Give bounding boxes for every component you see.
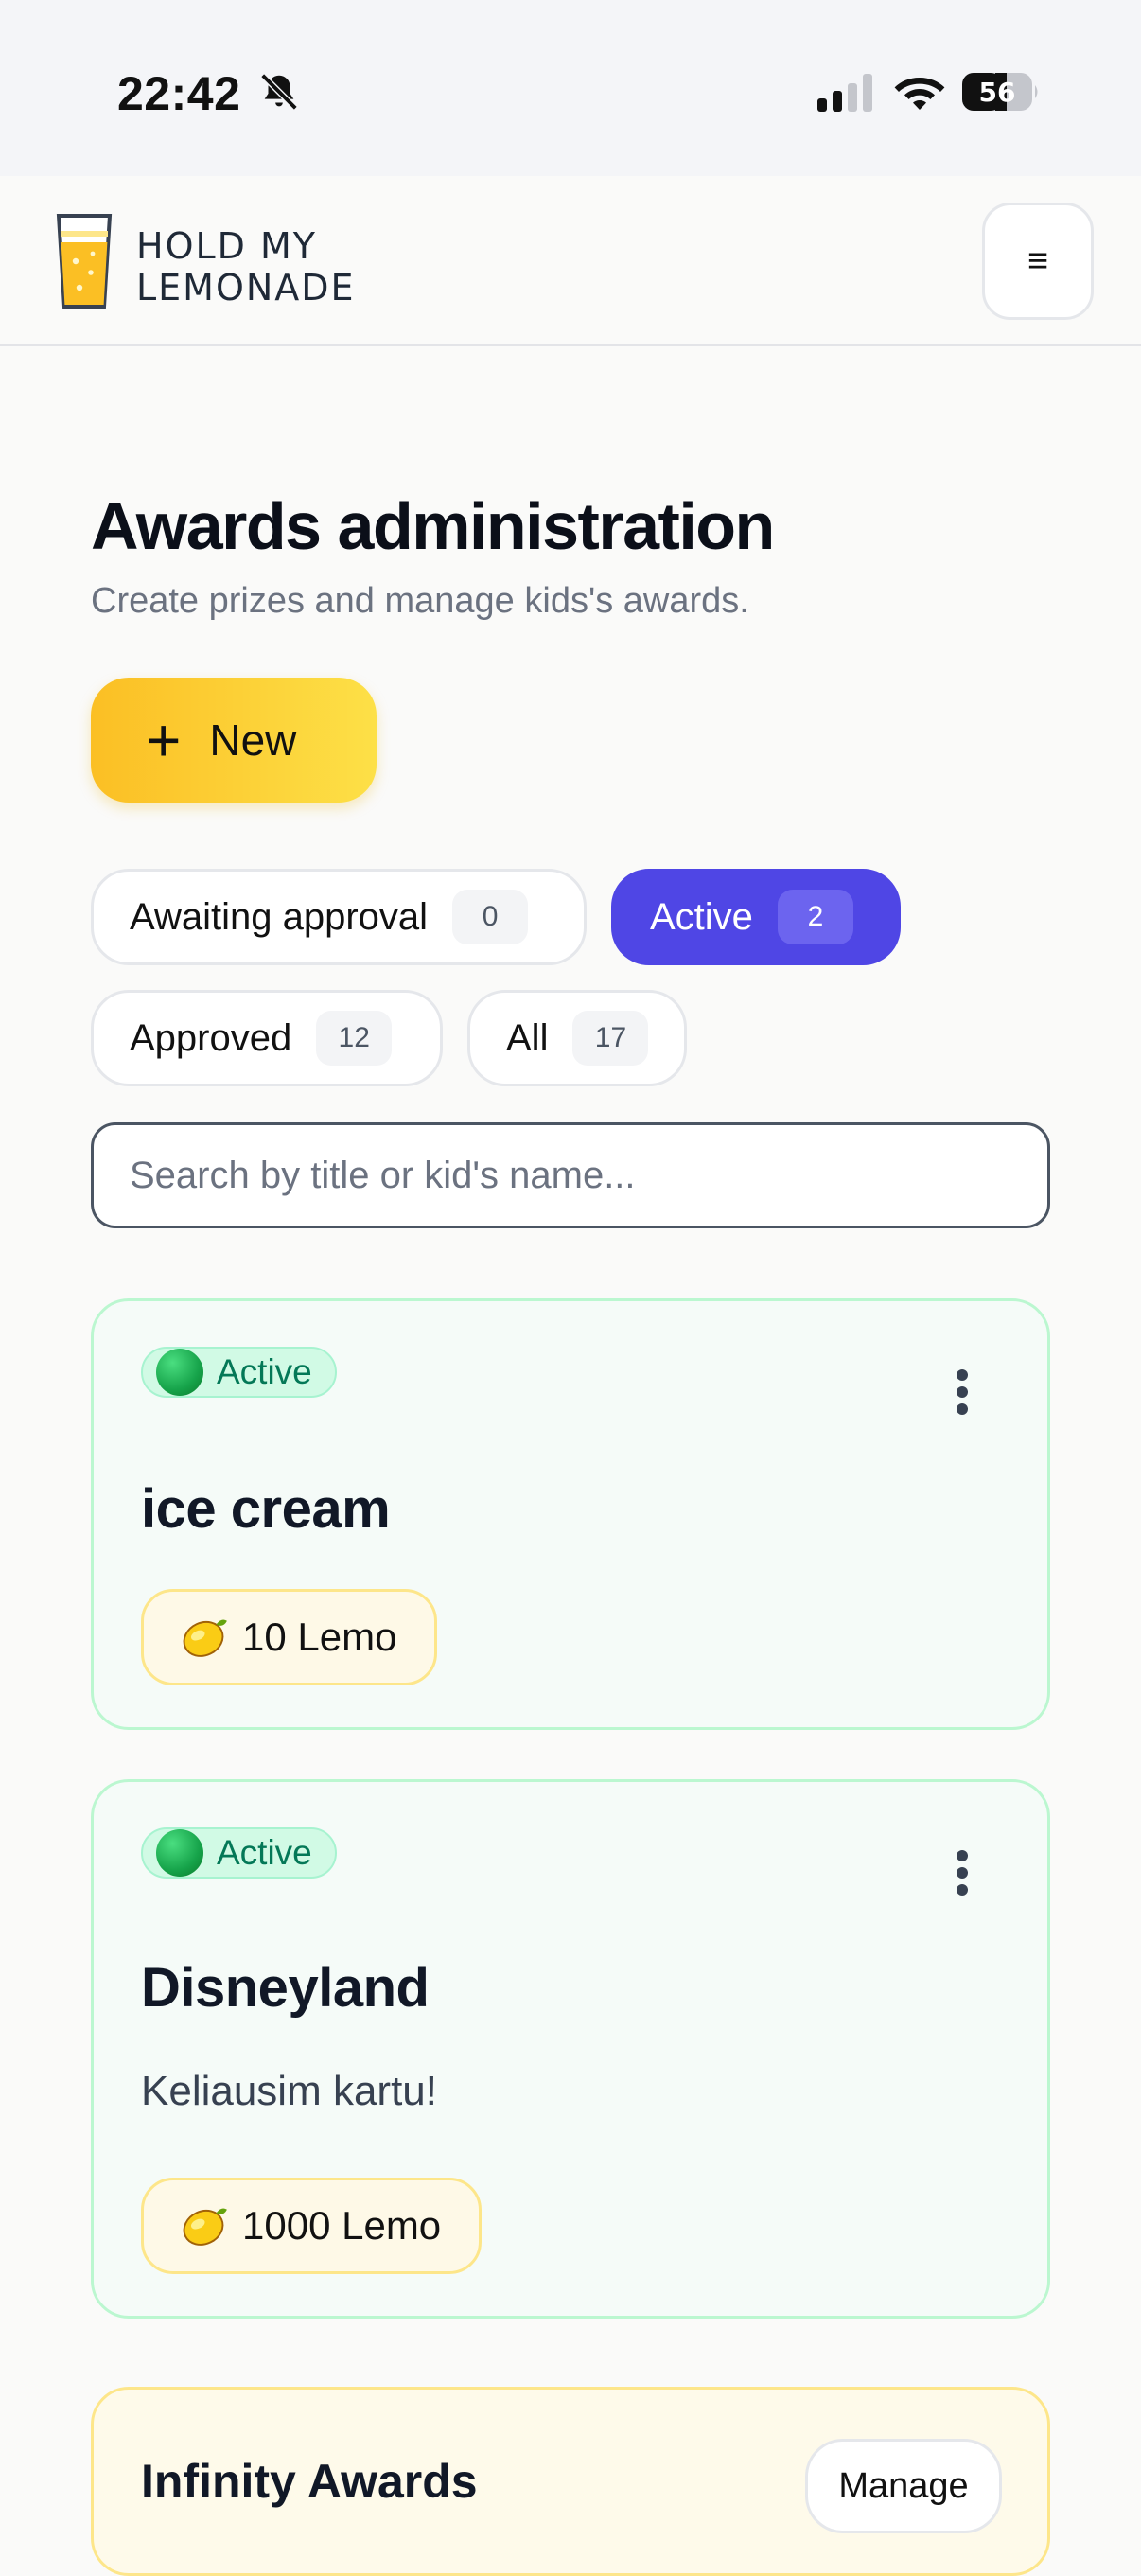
filter-count: 17 (572, 1011, 649, 1066)
green-circle-icon (156, 1349, 203, 1396)
more-options-icon[interactable] (955, 1369, 970, 1415)
signal-icon (817, 74, 872, 112)
status-badge: Active (141, 1347, 337, 1398)
bell-slash-icon (260, 73, 298, 111)
award-title: Disneyland (141, 1957, 430, 2019)
award-card[interactable]: Active Disneyland Keliausim kartu! 1000 … (91, 1779, 1050, 2319)
manage-button[interactable]: Manage (805, 2439, 1002, 2533)
filter-approved[interactable]: Approved 12 (91, 990, 443, 1086)
brand-line-1: HOLD MY (136, 225, 317, 267)
svg-text:56: 56 (979, 77, 1016, 108)
infinity-awards-section: Infinity Awards Manage (91, 2387, 1050, 2576)
more-options-icon[interactable] (955, 1850, 970, 1896)
filter-all[interactable]: All 17 (467, 990, 687, 1086)
search-input[interactable] (91, 1122, 1050, 1228)
brand-line-2: LEMONADE (136, 267, 356, 309)
price-badge: 1000 Lemo (141, 2178, 483, 2274)
filter-label: Active (650, 895, 753, 938)
price-label: 1000 Lemo (242, 2203, 442, 2248)
status-badge-label: Active (217, 1352, 312, 1391)
brand-name: HOLD MY LEMONADE (136, 225, 356, 309)
page-subtitle: Create prizes and manage kids's awards. (91, 581, 749, 621)
plus-icon: + (146, 706, 182, 774)
top-navbar: HOLD MY LEMONADE ≡ (0, 176, 1141, 346)
lemon-icon (183, 1619, 227, 1657)
battery-icon: 56 (962, 73, 1038, 111)
filter-count: 2 (777, 890, 853, 944)
award-title: ice cream (141, 1478, 391, 1540)
new-award-button[interactable]: + New (91, 678, 377, 803)
filter-label: Approved (130, 1016, 292, 1059)
infinity-awards-title: Infinity Awards (141, 2455, 478, 2508)
filter-label: All (506, 1016, 549, 1059)
award-card[interactable]: Active ice cream 10 Lemo (91, 1298, 1050, 1730)
status-time: 22:42 (117, 67, 241, 120)
status-badge-label: Active (217, 1833, 312, 1872)
filter-awaiting-approval[interactable]: Awaiting approval 0 (91, 869, 587, 965)
filter-count: 0 (452, 890, 529, 944)
status-bar: 22:42 56 (0, 0, 1141, 176)
status-badge: Active (141, 1827, 337, 1879)
hamburger-menu-button[interactable]: ≡ (982, 203, 1094, 320)
award-description: Keliausim kartu! (141, 2068, 438, 2114)
hamburger-icon: ≡ (1027, 240, 1049, 281)
green-circle-icon (156, 1829, 203, 1877)
lemon-icon (183, 2208, 227, 2246)
price-badge: 10 Lemo (141, 1589, 438, 1685)
filter-active[interactable]: Active 2 (611, 869, 901, 965)
filter-label: Awaiting approval (130, 895, 429, 938)
new-button-label: New (209, 715, 297, 765)
lemonade-glass-logo[interactable] (55, 212, 114, 310)
price-label: 10 Lemo (242, 1614, 397, 1659)
filter-count: 12 (316, 1011, 393, 1066)
wifi-icon (894, 78, 945, 110)
page-title: Awards administration (91, 489, 775, 563)
